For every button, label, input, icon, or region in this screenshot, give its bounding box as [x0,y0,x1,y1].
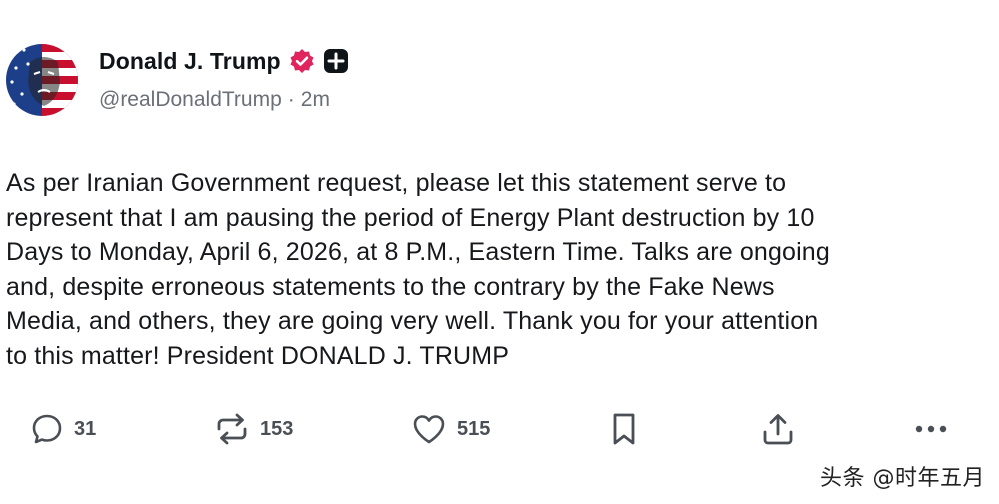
share-icon [760,411,796,447]
author-handle[interactable]: @realDonaldTrump [99,88,282,112]
repost-icon [214,412,250,446]
author-meta-row: @realDonaldTrump · 2m [99,88,330,112]
more-icon [913,412,949,446]
heart-icon [411,412,447,446]
like-count: 515 [457,417,491,440]
share-button[interactable] [760,406,796,452]
like-button[interactable]: 515 [411,406,490,452]
repost-button[interactable]: 153 [214,406,293,452]
more-options-button[interactable] [913,406,949,452]
verified-badge-icon [289,48,315,74]
post-line: and, despite erroneous statements to the… [6,272,775,301]
meta-separator: · [287,88,295,111]
avatar-image [6,44,78,116]
post-timestamp[interactable]: 2m [301,88,330,112]
post-line: represent that I am pausing the period o… [6,203,815,232]
post-line: Media, and others, they are going very w… [6,307,819,335]
action-bar: 31 153 515 [0,406,999,452]
author-display-name[interactable]: Donald J. Trump [99,48,281,75]
reply-count: 31 [74,417,97,440]
post-card: Donald J. Trump @realDonaldTrump · 2m As… [0,0,999,504]
reply-icon [30,412,64,446]
avatar[interactable] [6,44,78,116]
bookmark-icon [609,411,639,447]
post-line: As per Iranian Government request, pleas… [6,169,787,197]
reply-button[interactable]: 31 [30,406,96,452]
plus-badge-icon [323,48,349,74]
post-line: Days to Monday, April 6, 2026, at 8 P.M.… [6,238,830,266]
bookmark-button[interactable] [609,406,639,452]
watermark: 头条 @时年五月 [820,466,985,491]
post-body: As per Iranian Government request, pleas… [6,166,986,373]
repost-count: 153 [260,417,294,440]
author-name-row: Donald J. Trump [99,44,349,78]
post-line: to this matter! President DONALD J. TRUM… [6,341,510,370]
